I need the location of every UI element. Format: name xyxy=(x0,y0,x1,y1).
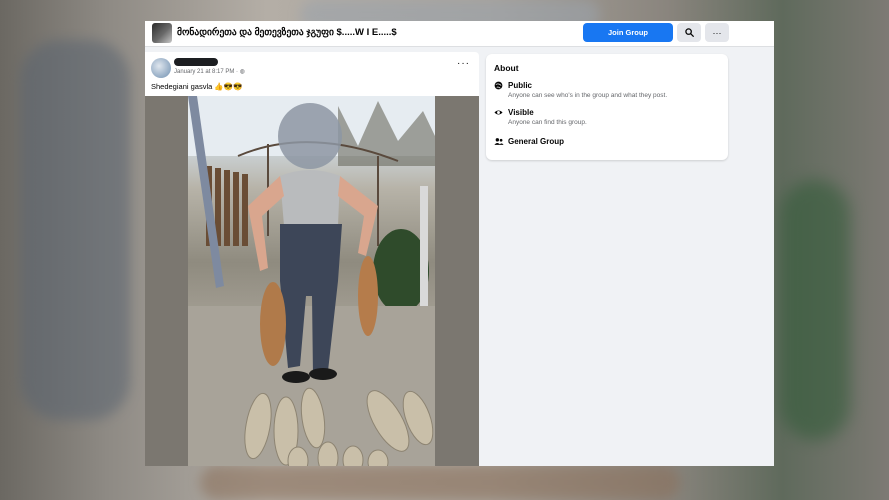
post-photo[interactable] xyxy=(188,96,435,466)
post-timestamp-text: January 21 at 8:17 PM · xyxy=(174,69,239,75)
audience-globe-icon: ◍ xyxy=(239,69,245,75)
facebook-group-screen: მონადირეთა და მეთევზეთა ჯგუფი $.....W I … xyxy=(145,21,774,466)
post-text: Shedegiani gasvla 👍😎😎 xyxy=(151,82,243,91)
join-group-button[interactable]: Join Group xyxy=(583,23,673,42)
about-card: About Public Anyone can see who's in the… xyxy=(486,54,728,160)
background-blur xyxy=(20,40,130,420)
background-blur xyxy=(780,180,850,440)
search-button[interactable] xyxy=(677,23,701,42)
author-name-redacted[interactable] xyxy=(174,58,218,66)
post-photo-container[interactable] xyxy=(145,96,479,466)
about-item-label: Public xyxy=(508,81,533,90)
background-blur xyxy=(200,465,680,500)
people-icon xyxy=(494,137,504,147)
about-item-desc: Anyone can see who's in the group and wh… xyxy=(508,92,668,99)
group-avatar[interactable] xyxy=(152,23,172,43)
about-item-desc: Anyone can find this group. xyxy=(508,119,587,126)
post-more-button[interactable]: ··· xyxy=(457,58,470,69)
post-timestamp[interactable]: January 21 at 8:17 PM · ◍ xyxy=(174,68,245,75)
search-icon xyxy=(684,28,694,37)
about-item-label: General Group xyxy=(508,137,565,146)
globe-icon xyxy=(494,81,504,91)
eye-icon xyxy=(494,108,504,118)
more-icon: ··· xyxy=(712,27,722,38)
more-options-button[interactable]: ··· xyxy=(705,23,729,42)
about-item-label: Visible xyxy=(508,108,534,117)
author-avatar[interactable] xyxy=(151,58,171,78)
group-header-bar: მონადირეთა და მეთევზეთა ჯგუფი $.....W I … xyxy=(145,21,774,47)
about-title: About xyxy=(494,63,519,73)
photo-illustration xyxy=(188,96,435,466)
group-title[interactable]: მონადირეთა და მეთევზეთა ჯგუფი $.....W I … xyxy=(177,27,397,38)
post-card: January 21 at 8:17 PM · ◍ ··· Shedegiani… xyxy=(145,52,479,466)
